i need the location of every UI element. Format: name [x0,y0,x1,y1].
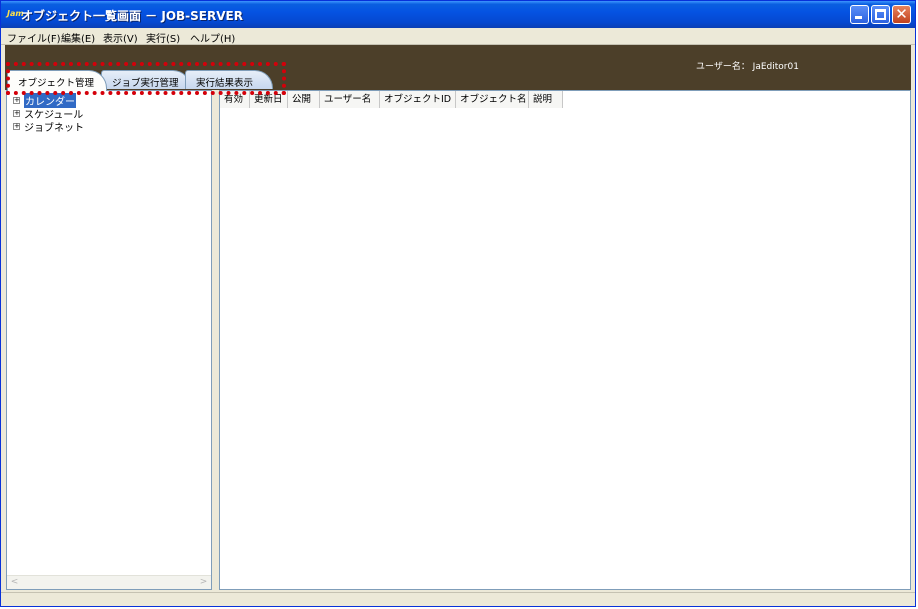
maximize-button[interactable] [871,5,890,24]
object-list[interactable]: 有効 更新日 公開 ユーザー名 オブジェクトID オブジェクト名 説明 [219,90,911,590]
scroll-left-icon[interactable]: < [9,577,20,588]
menu-bar: ファイル(F) 編集(E) 表示(V) 実行(S) ヘルプ(H) [1,28,915,45]
horizontal-scrollbar[interactable]: < > [7,575,211,589]
scroll-right-icon[interactable]: > [198,577,209,588]
column-header-updated[interactable]: 更新日 [250,91,288,108]
menu-help[interactable]: ヘルプ(H) [190,30,235,45]
tree-item-label: ジョブネット [24,122,84,134]
column-header-description[interactable]: 説明 [529,91,563,108]
title-bar[interactable]: Jam オブジェクト一覧画面 － JOB-SERVER ✕ [1,1,915,28]
tab-label: オブジェクト管理 [18,78,95,89]
tab-object-management[interactable]: オブジェクト管理 [7,70,107,91]
menu-file[interactable]: ファイル(F) [7,30,61,45]
expand-icon[interactable]: + [13,122,20,130]
tree-item-jobnet[interactable]: + ジョブネット [13,120,84,134]
list-header: 有効 更新日 公開 ユーザー名 オブジェクトID オブジェクト名 説明 [220,91,563,108]
window-title: オブジェクト一覧画面 － JOB-SERVER [21,9,243,23]
tab-result-view[interactable]: 実行結果表示 [185,70,273,89]
minimize-icon [855,16,862,19]
column-header-public[interactable]: 公開 [288,91,320,108]
tab-job-execution[interactable]: ジョブ実行管理 [101,70,191,89]
menu-view[interactable]: 表示(V) [103,30,138,45]
main-window: Jam オブジェクト一覧画面 － JOB-SERVER ✕ ファイル(F) 編集… [0,0,916,607]
column-header-enabled[interactable]: 有効 [220,91,250,108]
column-header-username[interactable]: ユーザー名 [320,91,380,108]
menu-edit[interactable]: 編集(E) [61,30,95,45]
close-button[interactable]: ✕ [892,5,911,24]
column-header-object-name[interactable]: オブジェクト名 [456,91,529,108]
menu-run[interactable]: 実行(S) [146,30,180,45]
username-label: ユーザー名： JaEditor01 [696,62,799,72]
column-header-object-id[interactable]: オブジェクトID [380,91,456,108]
object-tree[interactable]: + カレンダー + スケジュール + ジョブネット < > [6,90,212,590]
expand-icon[interactable]: + [13,109,20,117]
window-controls: ✕ [850,5,911,24]
expand-icon[interactable]: + [13,96,20,104]
maximize-icon [875,9,886,20]
tab-label: 実行結果表示 [196,78,254,89]
status-bar [1,592,915,606]
tab-label: ジョブ実行管理 [112,78,179,89]
tree-item-schedule[interactable]: + スケジュール [13,107,83,121]
minimize-button[interactable] [850,5,869,24]
tree-item-calendar[interactable]: + カレンダー [13,92,76,108]
close-icon: ✕ [895,5,908,23]
